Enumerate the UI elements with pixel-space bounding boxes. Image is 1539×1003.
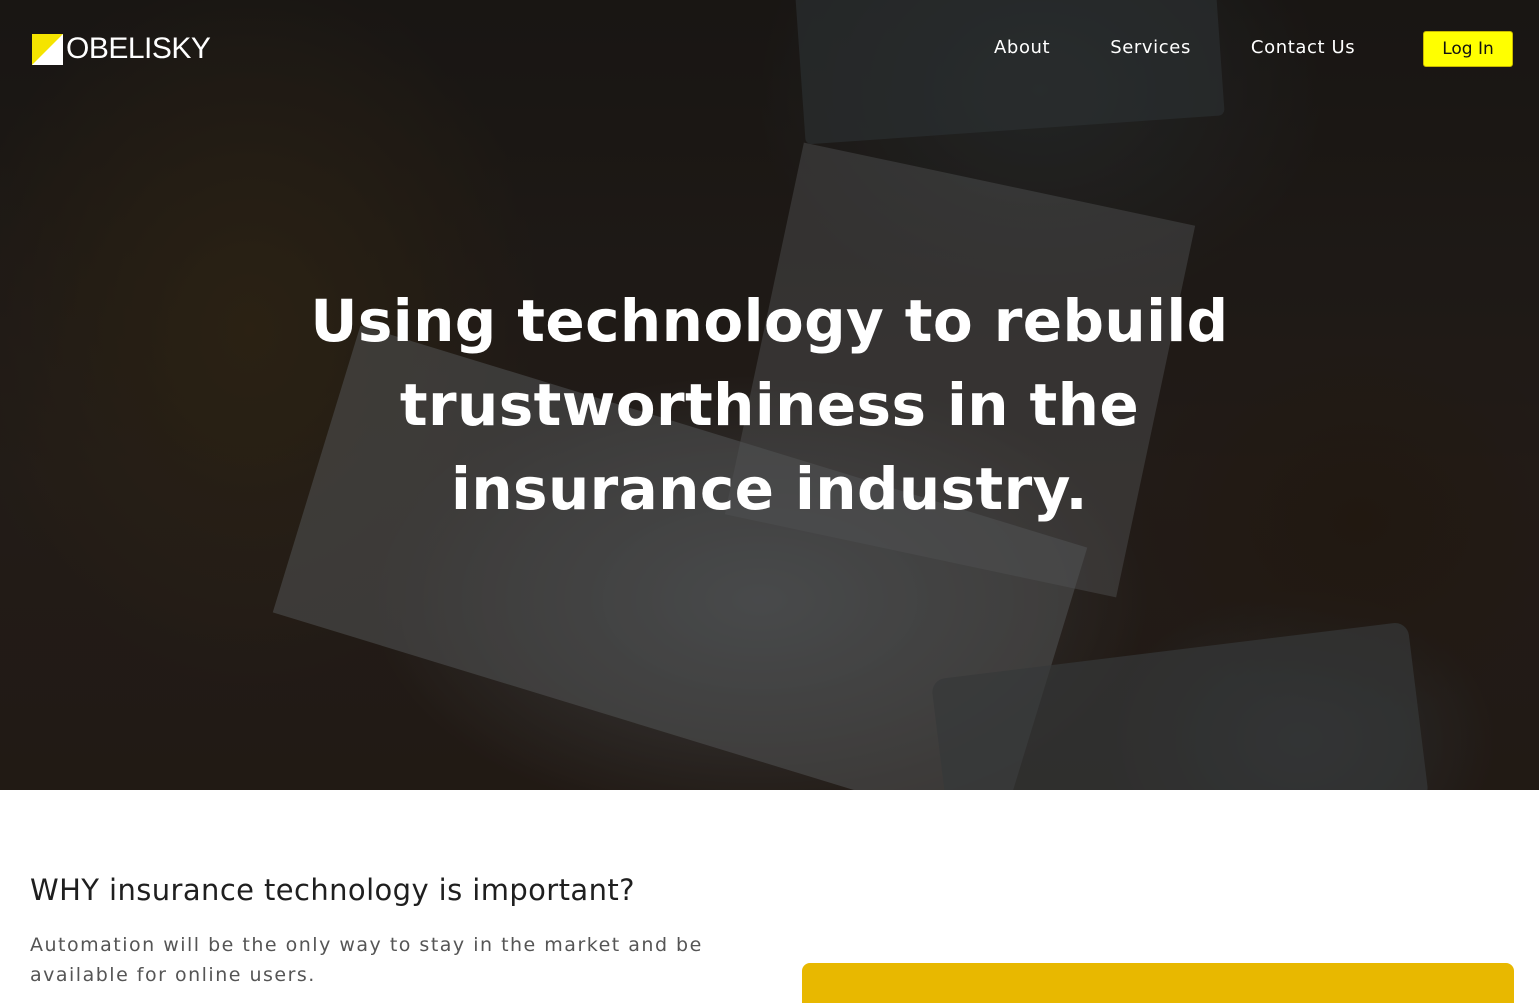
login-button[interactable]: Log In [1423, 31, 1513, 67]
nav-link-about[interactable]: About [994, 36, 1050, 60]
nav-links: About Services Contact Us [994, 36, 1355, 60]
nav-link-services[interactable]: Services [1110, 36, 1191, 60]
hero-section: OBELISKY About Services Contact Us Log I… [0, 0, 1539, 790]
brand-logo[interactable]: OBELISKY [32, 32, 211, 65]
why-section-title: WHY insurance technology is important? [30, 873, 635, 907]
why-section-text: Automation will be the only way to stay … [30, 934, 703, 986]
brand-name: OBELISKY [66, 32, 211, 65]
feature-card [802, 963, 1514, 1003]
obelisk-triangle-icon [32, 33, 63, 65]
nav-link-contact-us[interactable]: Contact Us [1251, 36, 1355, 60]
top-navigation: OBELISKY About Services Contact Us Log I… [0, 0, 1539, 98]
hero-title: Using technology to rebuild trustworthin… [310, 287, 1229, 523]
